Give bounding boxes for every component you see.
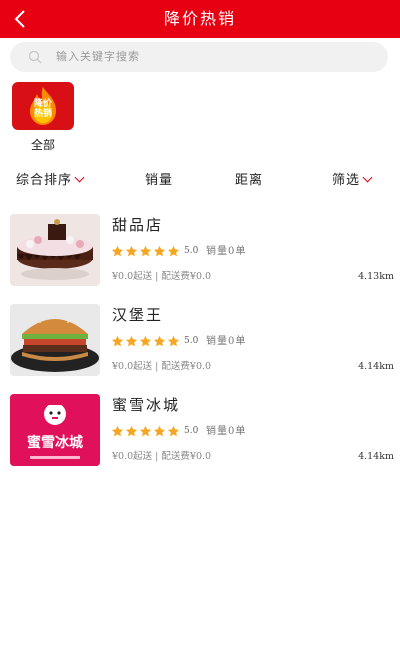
rating-stars <box>111 245 181 258</box>
search-placeholder: 输入关键字搜索 <box>56 50 140 63</box>
shop-sales: 销量0单 <box>206 426 247 437</box>
shop-item[interactable]: 蜜雪冰城 蜜雪冰城 5.0 销量0单 ¥0.0起送 | 配送费¥0.0 4.14… <box>10 394 395 470</box>
rating-stars <box>111 425 181 438</box>
shop-fee: ¥0.0起送 | 配送费¥0.0 <box>112 361 212 372</box>
star-icon <box>167 425 180 437</box>
shop-distance: 4.13km <box>358 271 394 282</box>
shop-distance: 4.14km <box>358 451 394 462</box>
sort-sales[interactable]: 销量 <box>145 168 173 194</box>
shop-name: 汉堡王 <box>112 306 164 324</box>
sort-distance[interactable]: 距离 <box>235 168 263 194</box>
shop-rating: 5.0 <box>184 426 199 436</box>
shop-sales: 销量0单 <box>206 336 247 347</box>
hot-sale-icon: 降价 热销 <box>12 82 74 130</box>
search-icon <box>28 50 42 64</box>
shop-name: 蜜雪冰城 <box>112 396 181 414</box>
header-bar: 降价热销 <box>0 0 400 38</box>
shop-thumbnail <box>10 214 100 286</box>
shop-sales: 销量0单 <box>206 246 247 257</box>
star-icon <box>111 335 124 347</box>
shop-name: 甜品店 <box>112 216 164 234</box>
sort-comprehensive[interactable]: 综合排序 <box>16 168 85 194</box>
star-icon <box>125 335 138 347</box>
star-icon <box>111 425 124 437</box>
shop-item[interactable]: 汉堡王 5.0 销量0单 ¥0.0起送 | 配送费¥0.0 4.14km <box>10 304 395 380</box>
category-label: 全部 <box>30 138 55 152</box>
page-title: 降价热销 <box>163 9 236 28</box>
sort-filter[interactable]: 筛选 <box>332 168 373 194</box>
search-bar[interactable]: 输入关键字搜索 <box>10 42 388 72</box>
shop-thumbnail: 蜜雪冰城 <box>10 394 100 466</box>
star-icon <box>139 335 152 347</box>
hot-sale-badge: 降价 热销 <box>33 99 52 119</box>
star-icon <box>125 425 138 437</box>
shop-item[interactable]: 甜品店 5.0 销量0单 ¥0.0起送 | 配送费¥0.0 4.13km <box>10 214 395 290</box>
star-icon <box>111 245 124 257</box>
chevron-down-icon <box>74 172 85 183</box>
star-icon <box>125 245 138 257</box>
shop-fee: ¥0.0起送 | 配送费¥0.0 <box>112 271 212 282</box>
star-icon <box>167 335 180 347</box>
rating-stars <box>111 335 181 348</box>
star-icon <box>167 245 180 257</box>
sort-bar: 综合排序 销量 距离 筛选 <box>0 168 400 194</box>
shop-fee: ¥0.0起送 | 配送费¥0.0 <box>112 451 212 462</box>
star-icon <box>139 425 152 437</box>
star-icon <box>139 245 152 257</box>
shop-logo-text: 蜜雪冰城 <box>27 435 83 451</box>
star-icon <box>153 425 166 437</box>
star-icon <box>153 245 166 257</box>
category-all[interactable]: 降价 热销 全部 <box>12 82 74 153</box>
chevron-down-icon <box>362 172 373 183</box>
shop-rating: 5.0 <box>184 246 199 256</box>
shop-distance: 4.14km <box>358 361 394 372</box>
shop-rating: 5.0 <box>184 336 199 346</box>
shop-thumbnail <box>10 304 100 376</box>
star-icon <box>153 335 166 347</box>
